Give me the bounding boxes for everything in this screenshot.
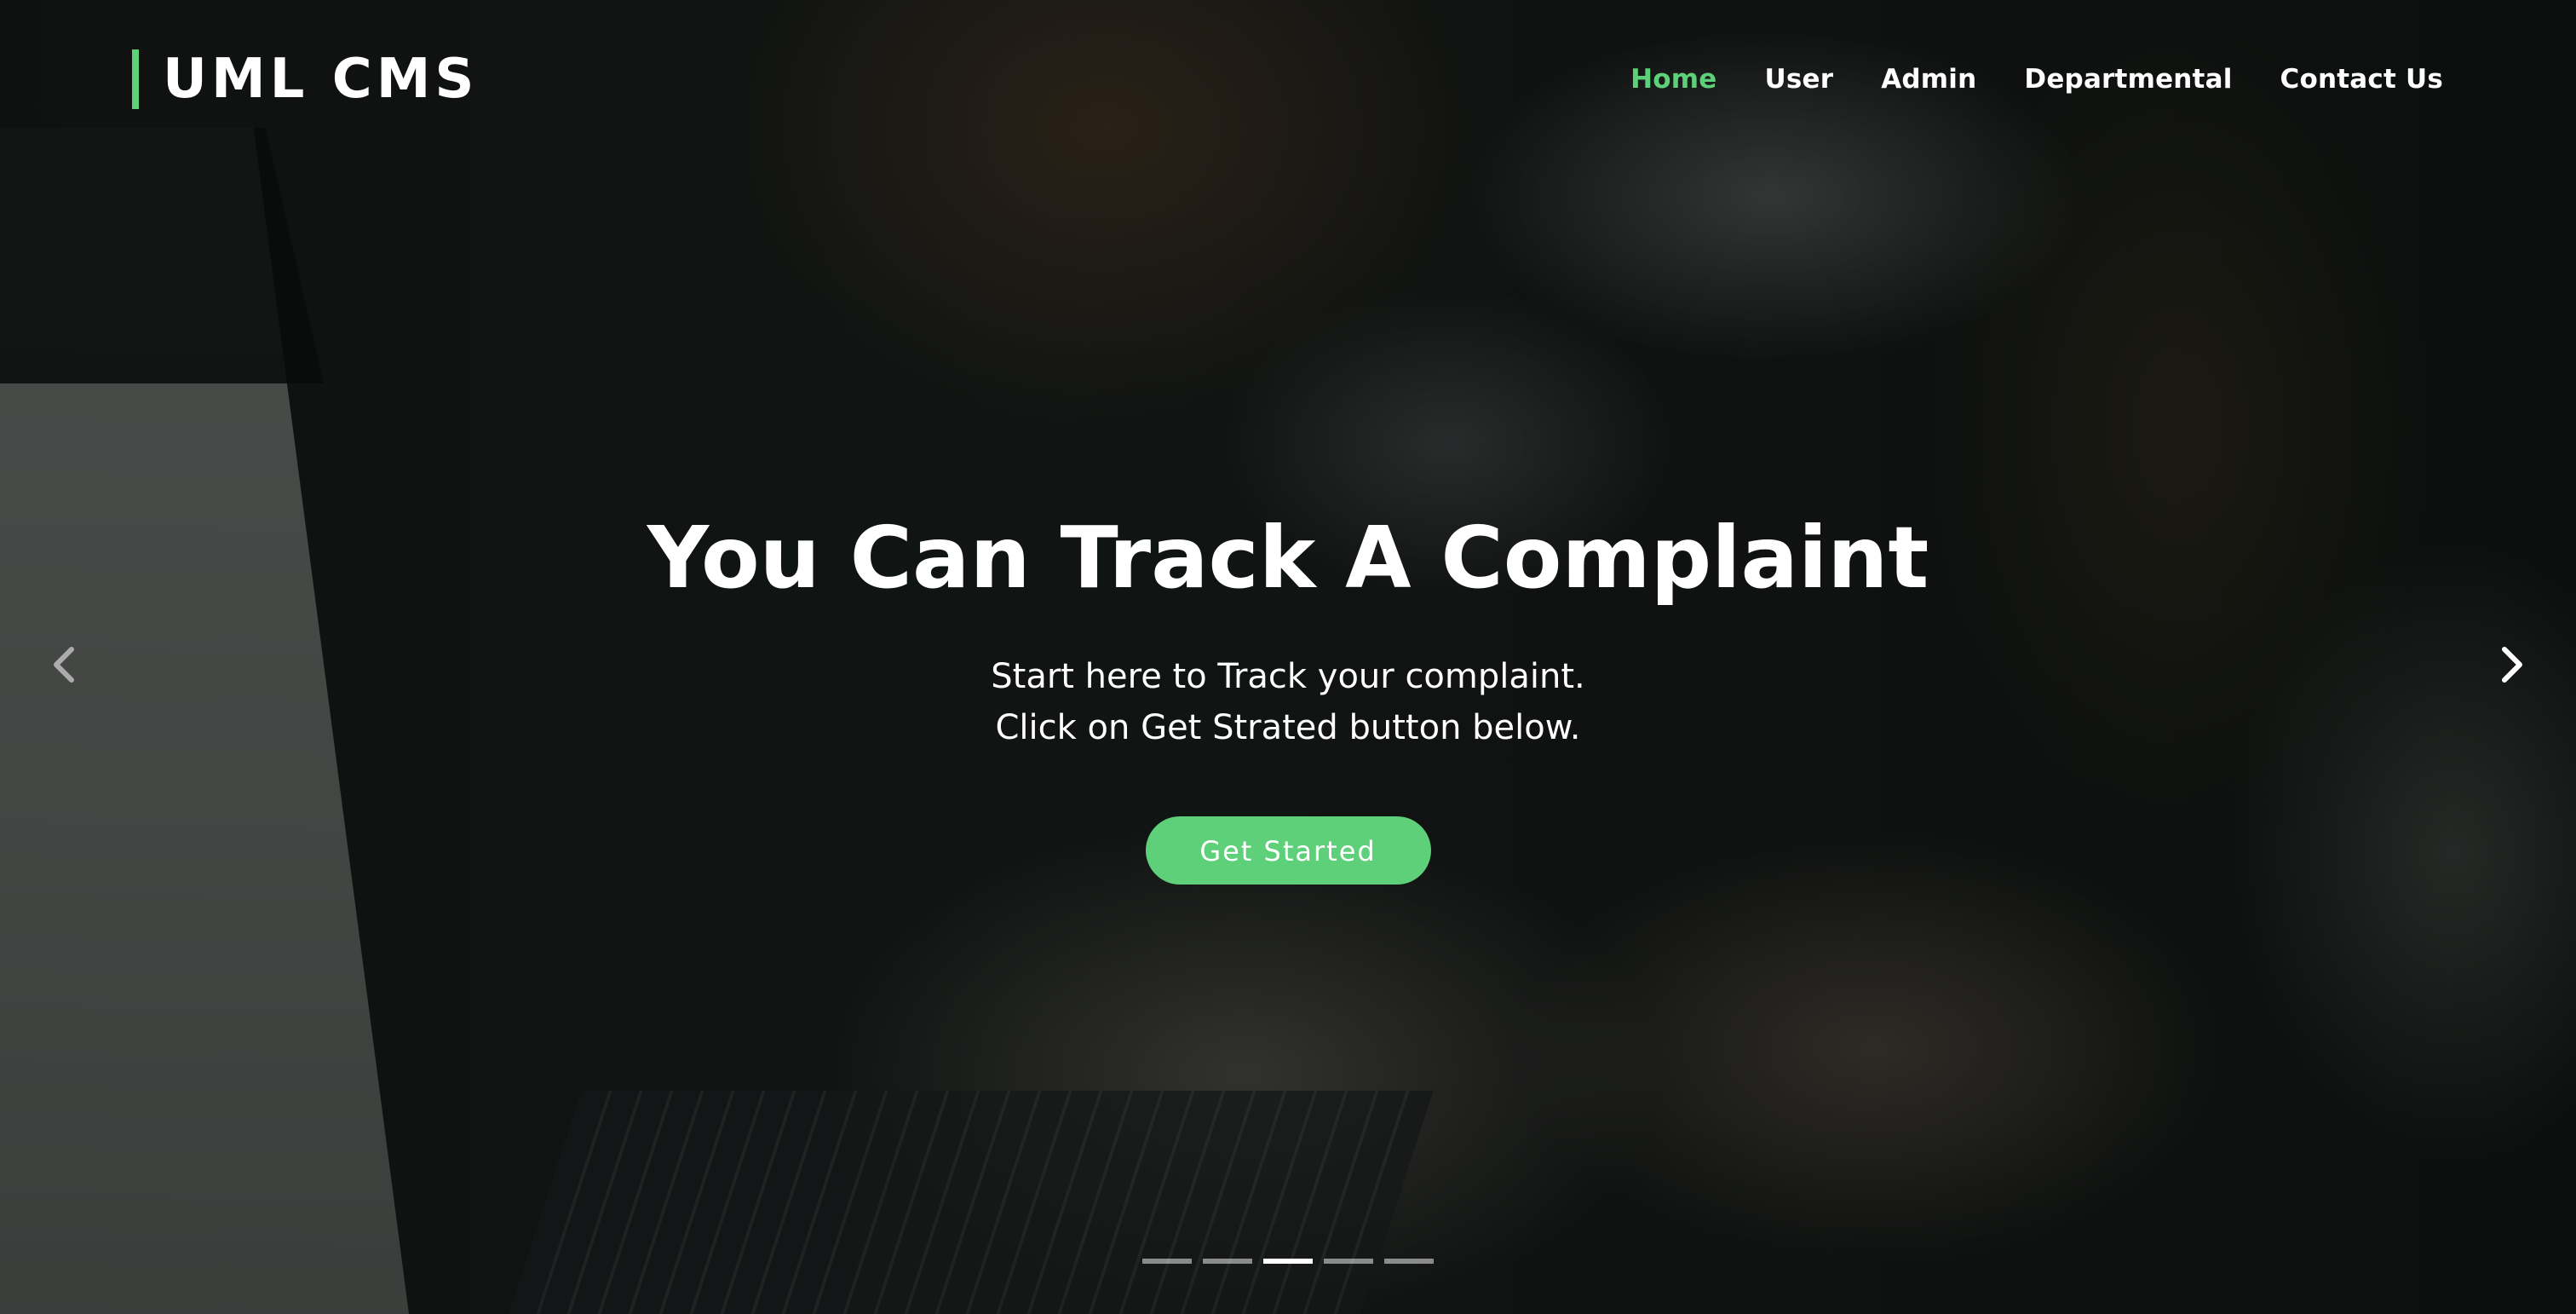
hero-content: You Can Track A Complaint Start here to … xyxy=(0,503,2576,885)
main-nav: Home User Admin Departmental Contact Us xyxy=(1630,58,2443,101)
hero-carousel: UML CMS Home User Admin Departmental Con… xyxy=(0,0,2576,1314)
carousel-indicators xyxy=(0,1259,2576,1264)
nav-item-admin[interactable]: Admin xyxy=(1881,58,1976,101)
brand-logo[interactable]: UML CMS xyxy=(132,49,478,109)
carousel-indicator-2[interactable] xyxy=(1203,1259,1252,1264)
carousel-indicator-3[interactable] xyxy=(1263,1259,1313,1264)
hero-subtitle-line-1: Start here to Track your complaint. xyxy=(991,657,1585,696)
carousel-indicator-5[interactable] xyxy=(1384,1259,1434,1264)
nav-item-user[interactable]: User xyxy=(1764,58,1833,101)
hero-title: You Can Track A Complaint xyxy=(647,508,1929,608)
nav-item-departmental[interactable]: Departmental xyxy=(2024,58,2232,101)
site-header: UML CMS Home User Admin Departmental Con… xyxy=(0,0,2576,128)
carousel-indicator-1[interactable] xyxy=(1142,1259,1192,1264)
nav-item-contact-us[interactable]: Contact Us xyxy=(2280,58,2443,101)
get-started-button[interactable]: Get Started xyxy=(1145,816,1431,885)
hero-subtitle: Start here to Track your complaint. Clic… xyxy=(0,651,2576,753)
nav-item-home[interactable]: Home xyxy=(1630,58,1716,101)
hero-subtitle-line-2: Click on Get Strated button below. xyxy=(995,708,1581,747)
carousel-indicator-4[interactable] xyxy=(1324,1259,1373,1264)
